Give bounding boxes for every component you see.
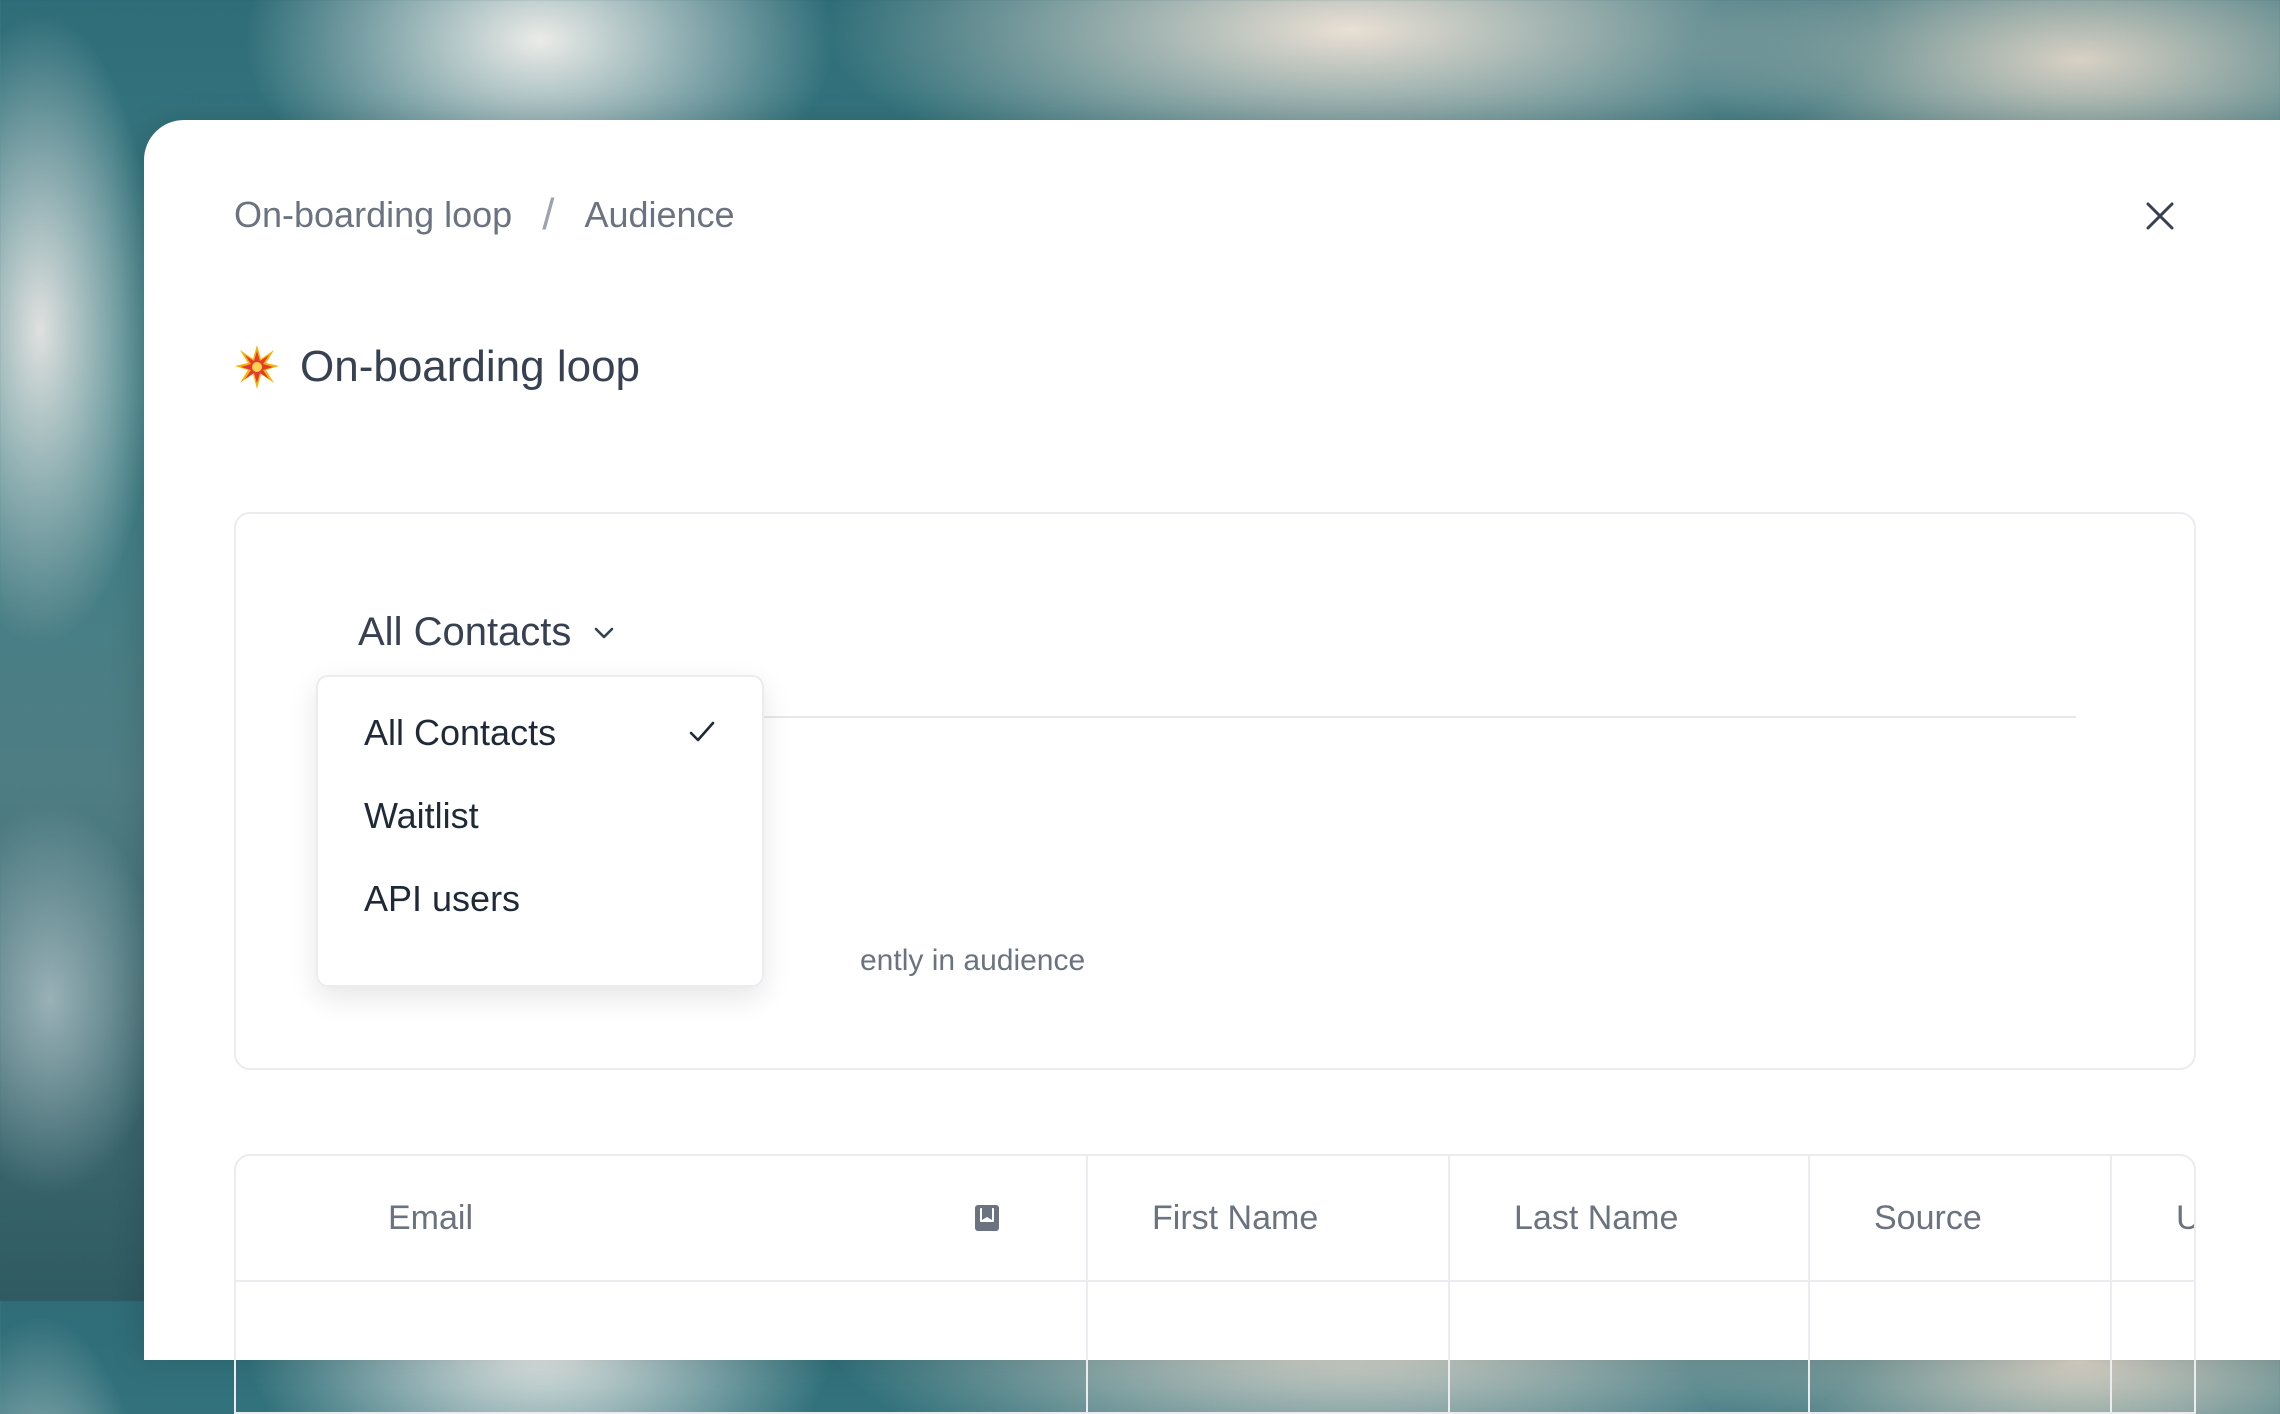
column-header-email[interactable]: Email: [236, 1156, 1086, 1280]
close-button[interactable]: [2138, 194, 2182, 238]
page-title-text: On-boarding loop: [300, 342, 641, 391]
breadcrumb-parent-link[interactable]: On-boarding loop: [234, 194, 512, 236]
breadcrumb: On-boarding loop / Audience: [234, 190, 735, 240]
contacts-table: Email First Name Last Name Source U: [234, 1154, 2196, 1414]
dropdown-option-waitlist[interactable]: Waitlist: [318, 774, 762, 857]
breadcrumb-separator: /: [542, 190, 555, 239]
segment-select-value: All Contacts: [358, 610, 572, 654]
check-icon: [689, 721, 715, 742]
close-icon: [2146, 202, 2174, 230]
breadcrumb-current: Audience: [584, 194, 735, 235]
collision-icon: [235, 345, 279, 389]
book-icon[interactable]: [972, 1203, 1002, 1233]
page-title: On-boarding loop: [234, 342, 640, 392]
chevron-down-icon: [595, 627, 614, 638]
dropdown-option-all-contacts[interactable]: All Contacts: [318, 691, 762, 774]
table-row[interactable]: [236, 1282, 2194, 1412]
column-header-last-name[interactable]: Last Name: [1448, 1156, 1808, 1280]
table-header: Email First Name Last Name Source U: [236, 1156, 2194, 1282]
column-header-source[interactable]: Source: [1808, 1156, 2110, 1280]
column-header-first-name[interactable]: First Name: [1086, 1156, 1448, 1280]
segment-select[interactable]: All Contacts: [358, 610, 615, 655]
column-header-truncated[interactable]: U: [2110, 1156, 2194, 1280]
dropdown-option-api-users[interactable]: API users: [318, 857, 762, 940]
segment-dropdown-menu: All Contacts Waitlist API users: [316, 675, 764, 987]
